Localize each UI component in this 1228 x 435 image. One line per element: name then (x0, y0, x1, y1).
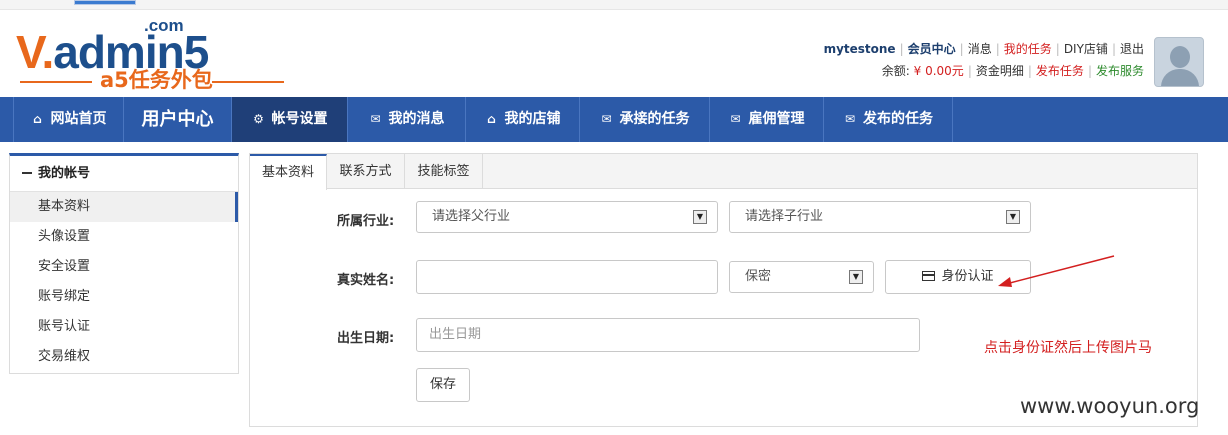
balance-label: 余额: (881, 64, 910, 78)
envelope-icon: ✉ (730, 112, 741, 126)
annotation-arrow-line (1005, 255, 1115, 285)
site-logo[interactable]: .com V.admin5 a5任务外包 (16, 16, 288, 92)
chevron-down-icon: ▼ (693, 210, 707, 224)
nav-my-shop[interactable]: ⌂ 我的店铺 (465, 97, 579, 142)
home-icon: ⌂ (33, 112, 42, 126)
main-nav: ⌂ 网站首页 用户中心 ⚙ 帐号设置 ✉ 我的消息 ⌂ 我的店铺 ✉ 承接的任务 ✉ 雇佣管… (0, 97, 1228, 142)
balance-value: ¥ 0.00元 (913, 64, 964, 78)
nav-user-center[interactable]: 用户中心 (123, 97, 231, 142)
annotation-text: 点击身份证然后上传图片马 (984, 340, 1152, 356)
privacy-select[interactable]: 保密 ▼ (729, 261, 874, 293)
top-strip-tab[interactable] (74, 0, 136, 5)
nav-posted-tasks[interactable]: ✉ 发布的任务 (823, 97, 953, 142)
chevron-down-icon: ▼ (849, 270, 863, 284)
post-task-link[interactable]: 发布任务 (1036, 64, 1084, 78)
home-icon: ⌂ (487, 112, 496, 126)
sidebar-item-security-settings[interactable]: 安全设置 (10, 252, 238, 282)
logo-tagline-line-right (212, 81, 284, 83)
child-industry-select[interactable]: 请选择子行业 ▼ (729, 201, 1031, 233)
user-bar: mytestone | 会员中心 | 消息 | 我的任务 | DIY店铺 | 退出 余额: ¥ 0.… (824, 40, 1144, 84)
watermark-text: www.wooyun.org (1020, 394, 1200, 418)
id-card-icon (922, 271, 936, 281)
my-tasks-link[interactable]: 我的任务 (1004, 42, 1052, 56)
logo-tagline-row: a5任务外包 (16, 68, 288, 92)
envelope-icon: ✉ (601, 112, 612, 126)
logo-tagline: a5任务外包 (100, 68, 213, 92)
username-link[interactable]: mytestone (824, 42, 896, 56)
gears-icon: ⚙ (253, 112, 264, 126)
member-center-link[interactable]: 会员中心 (908, 42, 956, 56)
tab-contact[interactable]: 联系方式 (327, 154, 405, 189)
nav-account-settings[interactable]: ⚙ 帐号设置 (231, 97, 347, 142)
sidebar-item-avatar-settings[interactable]: 头像设置 (10, 222, 238, 252)
nav-home[interactable]: ⌂ 网站首页 (13, 97, 123, 142)
chevron-down-icon: ▼ (1006, 210, 1020, 224)
birthday-input[interactable]: 出生日期 (416, 318, 920, 352)
diy-shop-link[interactable]: DIY店铺 (1064, 42, 1108, 56)
user-avatar[interactable] (1154, 37, 1204, 87)
top-strip (0, 0, 1228, 10)
annotation-arrow-icon (998, 255, 1115, 287)
user-bar-row-2: 余额: ¥ 0.00元 | 资金明细 | 发布任务 | 发布服务 (881, 64, 1144, 78)
sidebar-item-account-verification[interactable]: 账号认证 (10, 312, 238, 342)
realname-label: 真实姓名: (337, 273, 395, 288)
user-silhouette-icon (1170, 46, 1190, 68)
profile-tabs: 基本资料 联系方式 技能标签 (250, 154, 1197, 190)
nav-hire-management[interactable]: ✉ 雇佣管理 (709, 97, 823, 142)
save-button[interactable]: 保存 (416, 368, 470, 402)
industry-label: 所属行业: (337, 214, 395, 229)
post-service-link[interactable]: 发布服务 (1096, 64, 1144, 78)
logout-link[interactable]: 退出 (1120, 42, 1144, 56)
tab-skill-tags[interactable]: 技能标签 (405, 154, 483, 189)
sidebar-item-basic-info[interactable]: 基本资料 (10, 192, 238, 222)
annotation-arrow-head (998, 277, 1012, 287)
messages-link[interactable]: 消息 (968, 42, 992, 56)
realname-input[interactable] (416, 260, 718, 294)
birthday-label: 出生日期: (337, 331, 395, 346)
sidebar-item-trade-dispute[interactable]: 交易维权 (10, 342, 238, 372)
nav-undertaken-tasks[interactable]: ✉ 承接的任务 (579, 97, 709, 142)
sidebar-item-account-binding[interactable]: 账号绑定 (10, 282, 238, 312)
account-sidebar: 我的帐号 基本资料 头像设置 安全设置 账号绑定 账号认证 交易维权 (9, 153, 239, 374)
nav-my-messages[interactable]: ✉ 我的消息 (347, 97, 465, 142)
fund-details-link[interactable]: 资金明细 (976, 64, 1024, 78)
tab-basic-info[interactable]: 基本资料 (250, 154, 327, 190)
envelope-icon: ✉ (370, 112, 381, 126)
sidebar-title[interactable]: 我的帐号 (10, 156, 238, 192)
parent-industry-select[interactable]: 请选择父行业 ▼ (416, 201, 718, 233)
collapse-minus-icon (22, 171, 32, 174)
logo-tagline-line-left (20, 81, 92, 83)
envelope-icon: ✉ (844, 112, 856, 126)
user-bar-row-1: mytestone | 会员中心 | 消息 | 我的任务 | DIY店铺 | 退出 (823, 42, 1144, 56)
